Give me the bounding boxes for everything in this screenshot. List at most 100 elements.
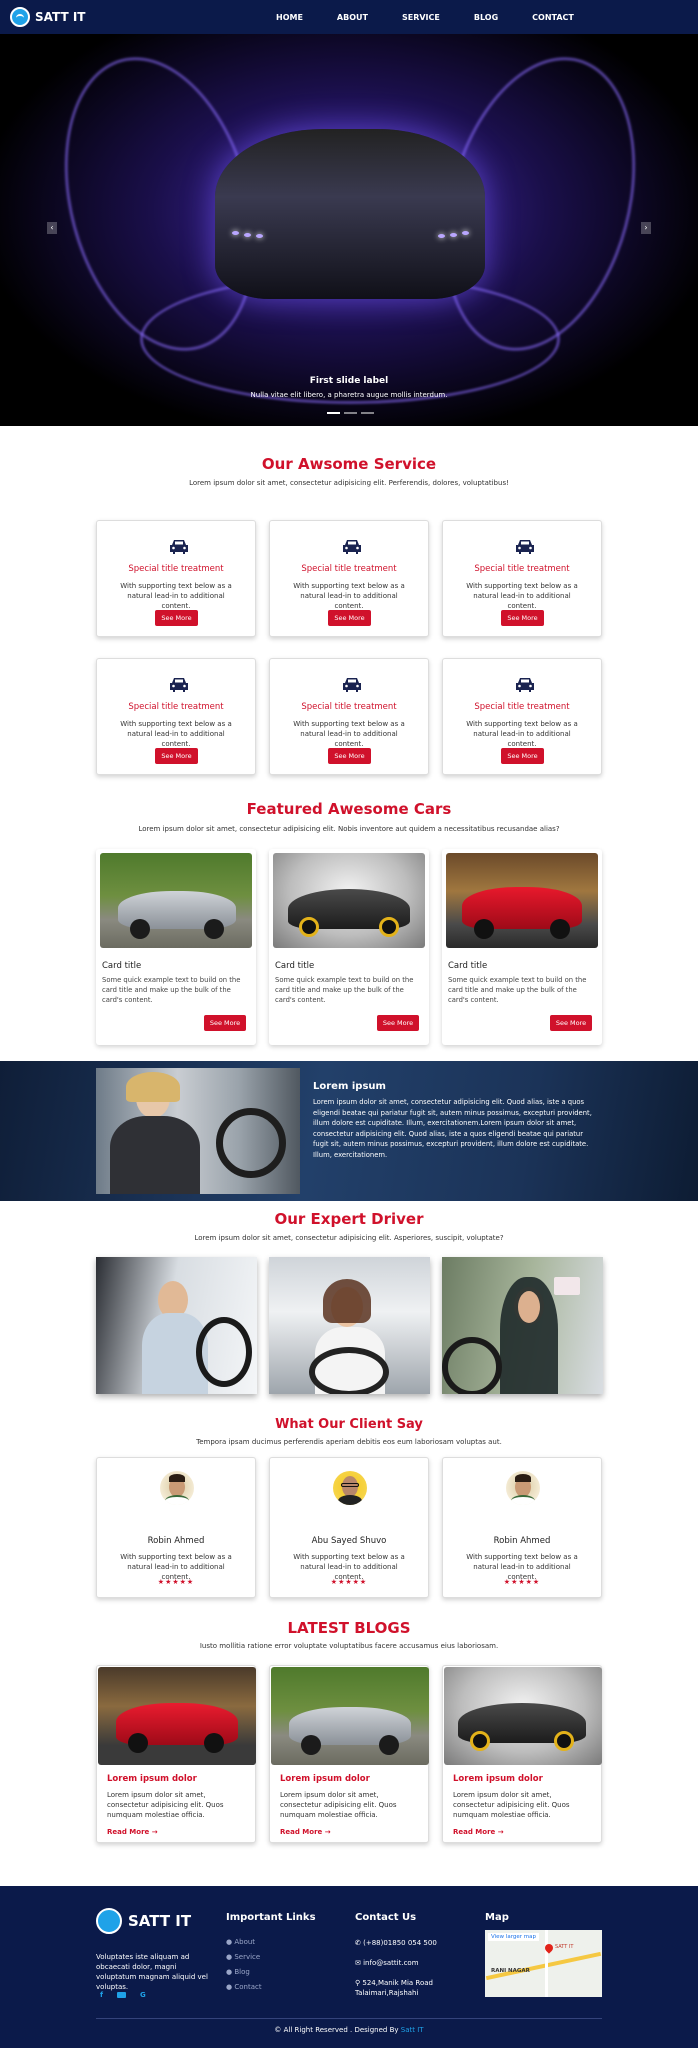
phone-number: (+88)01850 054 500 — [363, 1939, 437, 1947]
facebook-icon[interactable]: f — [100, 1991, 103, 1999]
footer-link-contact[interactable]: ● Contact — [226, 1983, 262, 1991]
rating-stars: ★★★★★ — [330, 1578, 368, 1586]
indicator-1[interactable] — [327, 412, 340, 414]
client-name: Robin Ahmed — [493, 1536, 551, 1546]
indicator-3[interactable] — [361, 412, 374, 414]
service-text: With supporting text below as a natural … — [120, 582, 232, 610]
logo-icon — [10, 7, 30, 27]
rating-stars: ★★★★★ — [157, 1578, 195, 1586]
designer-link[interactable]: Satt IT — [401, 2026, 424, 2034]
service-title: Special title treatment — [128, 702, 224, 712]
car-icon — [516, 540, 534, 554]
google-icon[interactable]: G — [140, 1991, 146, 1999]
social-links: f G — [100, 1991, 146, 1999]
car-light — [244, 233, 251, 237]
nav-service[interactable]: SERVICE — [402, 13, 440, 22]
service-card: Special title treatment With supporting … — [442, 658, 602, 775]
carousel-indicators — [327, 412, 374, 414]
contact-title: Contact Us — [355, 1912, 417, 1923]
see-more-button[interactable]: See More — [328, 610, 371, 626]
client-avatar — [160, 1471, 194, 1505]
carousel-prev-button[interactable]: ‹ — [47, 222, 57, 234]
indicator-2[interactable] — [344, 412, 357, 414]
nav-blog[interactable]: BLOG — [474, 13, 498, 22]
see-more-button[interactable]: See More — [328, 748, 371, 764]
car-icon — [170, 540, 188, 554]
blog-text: Lorem ipsum dolor sit amet, consectetur … — [453, 1791, 570, 1819]
carousel-next-button[interactable]: › — [641, 222, 651, 234]
footer-link-label: About — [234, 1938, 256, 1946]
map-embed[interactable]: View larger map RANI NAGAR SATT IT — [485, 1930, 602, 1997]
map-place-label: RANI NAGAR — [491, 1968, 530, 1974]
email-address: info@sattit.com — [363, 1959, 419, 1967]
see-more-button[interactable]: See More — [204, 1015, 246, 1031]
hero-carousel — [0, 34, 698, 426]
about-text: Lorem ipsum dolor sit amet, consectetur … — [313, 1098, 592, 1159]
footer-link-service[interactable]: ● Service — [226, 1953, 260, 1961]
see-more-button[interactable]: See More — [155, 610, 198, 626]
map-title: Map — [485, 1912, 509, 1923]
footer: SATT IT Voluptates iste aliquam ad obcae… — [0, 1886, 698, 2048]
blog-title[interactable]: Lorem ipsum dolor — [107, 1774, 197, 1784]
featured-subtitle: Lorem ipsum dolor sit amet, consectetur … — [138, 825, 560, 833]
blog-title[interactable]: Lorem ipsum dolor — [280, 1774, 370, 1784]
footer-logo[interactable]: SATT IT — [96, 1908, 191, 1934]
blog-title[interactable]: Lorem ipsum dolor — [453, 1774, 543, 1784]
blog-card: Lorem ipsum dolor Lorem ipsum dolor sit … — [96, 1665, 256, 1843]
footer-link-label: Service — [234, 1953, 261, 1961]
see-more-button[interactable]: See More — [550, 1015, 592, 1031]
logo-icon — [96, 1908, 122, 1934]
footer-brand-name: SATT IT — [128, 1912, 192, 1930]
read-more-link[interactable]: Read More → — [280, 1828, 331, 1836]
service-card: Special title treatment With supporting … — [96, 658, 256, 775]
service-text: With supporting text below as a natural … — [120, 720, 232, 748]
service-text: With supporting text below as a natural … — [293, 720, 405, 748]
footer-link-label: Blog — [234, 1968, 250, 1976]
nav-contact[interactable]: CONTACT — [532, 13, 574, 22]
driver-photo — [96, 1068, 300, 1194]
car-card: Card title Some quick example text to bu… — [96, 849, 256, 1045]
client-avatar — [506, 1471, 540, 1505]
blog-card: Lorem ipsum dolor Lorem ipsum dolor sit … — [269, 1665, 429, 1843]
car-light — [462, 231, 469, 235]
main-menu: HOME ABOUT SERVICE BLOG CONTACT — [276, 0, 608, 34]
card-text: Some quick example text to build on the … — [275, 976, 414, 1004]
phone-item: ✆ (+88)01850 054 500 — [355, 1938, 437, 1948]
view-larger-map-link[interactable]: View larger map — [488, 1933, 539, 1941]
driver-photo — [269, 1257, 430, 1394]
drivers-subtitle: Lorem ipsum dolor sit amet, consectetur … — [194, 1234, 504, 1242]
brand-logo[interactable]: SATT IT — [10, 7, 85, 27]
service-card: Special title treatment With supporting … — [269, 520, 429, 637]
read-more-link[interactable]: Read More → — [107, 1828, 158, 1836]
phone-icon: ✆ — [355, 1939, 364, 1947]
client-name: Robin Ahmed — [147, 1536, 205, 1546]
card-text: Some quick example text to build on the … — [448, 976, 587, 1004]
featured-title: Featured Awesome Cars — [246, 800, 452, 818]
map-pin-label: SATT IT — [555, 1944, 574, 1950]
about-title: Lorem ipsum — [313, 1081, 386, 1092]
car-light — [232, 231, 239, 235]
footer-divider — [96, 2018, 602, 2019]
car-card: Card title Some quick example text to bu… — [442, 849, 602, 1045]
car-icon — [516, 678, 534, 692]
card-text: Some quick example text to build on the … — [102, 976, 241, 1004]
read-more-link[interactable]: Read More → — [453, 1828, 504, 1836]
car-photo — [100, 853, 252, 948]
youtube-icon[interactable] — [117, 1992, 127, 1998]
see-more-button[interactable]: See More — [501, 610, 544, 626]
see-more-button[interactable]: See More — [501, 748, 544, 764]
service-card: Special title treatment With supporting … — [269, 658, 429, 775]
footer-link-about[interactable]: ● About — [226, 1938, 255, 1946]
nav-about[interactable]: ABOUT — [337, 13, 368, 22]
email-item: ✉ info@sattit.com — [355, 1958, 419, 1968]
links-title: Important Links — [226, 1912, 316, 1923]
brand-name: SATT IT — [35, 10, 86, 24]
slide-caption: Nulla vitae elit libero, a pharetra augu… — [250, 391, 448, 399]
nav-home[interactable]: HOME — [276, 13, 303, 22]
footer-link-blog[interactable]: ● Blog — [226, 1968, 250, 1976]
see-more-button[interactable]: See More — [155, 748, 198, 764]
see-more-button[interactable]: See More — [377, 1015, 419, 1031]
car-photo — [273, 853, 425, 948]
service-title: Special title treatment — [128, 564, 224, 574]
driver-photo — [96, 1257, 257, 1394]
